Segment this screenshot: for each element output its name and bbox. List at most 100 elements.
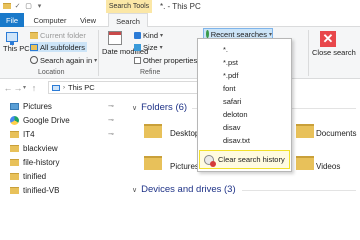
chevron-down-icon: ▾ [268,31,272,38]
folder-icon [10,158,19,166]
current-folder-label: Current folder [40,30,86,40]
context-tab-title: Search Tools [106,0,152,13]
size-button[interactable]: Size ▾ [134,42,163,52]
this-pc-label: This PC [3,44,30,53]
folder-icon [10,172,19,180]
folder-icon [10,130,19,138]
sidebar-item-label: Pictures [23,101,52,111]
chevron-down-icon[interactable]: ▾ [35,1,44,10]
sidebar-item-blackview[interactable]: blackview [10,142,58,154]
kind-button[interactable]: Kind ▾ [134,30,163,40]
folder-icon [144,124,162,138]
folder-label: Documents [316,129,357,138]
recent-search-item[interactable]: safari [223,97,241,106]
folder-icon [296,124,314,138]
clear-history-icon [204,154,216,167]
folders-section-title: Folders (6) [141,102,188,113]
tab-view[interactable]: View [74,13,102,27]
properties-icon[interactable]: ✓ [13,1,22,10]
computer-icon [6,32,18,45]
kind-label: Kind [143,30,159,40]
ribbon: This PC Current folder All subfolders Se… [0,27,360,79]
sidebar-item-label: blackview [23,143,58,153]
section-divider [242,190,356,191]
pictures-icon [10,102,19,110]
subfolders-icon [30,43,38,51]
folder-label: Desktop [170,129,200,138]
folder-label: Videos [316,162,341,171]
sidebar-item-label: Google Drive [23,115,70,125]
sidebar-item-pictures[interactable]: Pictures [10,100,52,112]
all-subfolders-label: All subfolders [40,42,86,52]
quick-access-toolbar: ✓ ▢ ▾ [2,1,44,10]
google-drive-icon [10,115,19,125]
recent-search-item[interactable]: disav [223,123,241,132]
devices-section-header[interactable]: ∨ Devices and drives (3) [132,184,236,195]
refine-group-label: Refine [140,69,161,76]
recent-search-item[interactable]: *.pdf [223,71,238,80]
recent-search-item[interactable]: deloton [223,110,248,119]
up-arrow-icon[interactable]: ↑ [29,82,39,94]
recent-search-item[interactable]: *. [223,45,228,54]
window-title: *. - This PC [160,2,201,11]
kind-icon [134,31,141,39]
properties-icon [134,56,141,64]
current-folder-button[interactable]: Current folder [30,30,86,40]
navigation-bar: ← → ▾ ↑ › This PC [0,79,360,96]
devices-section-title: Devices and drives (3) [141,184,236,195]
group-divider [98,30,99,76]
navigation-pane: Pictures ⊸ Google Drive ⊸ IT4 ⊸ blackvie… [0,96,120,200]
clear-search-history-label: Clear search history [218,155,285,164]
address-text: This PC [68,83,95,92]
clear-search-history-item[interactable]: Clear search history [199,150,290,169]
search-again-button[interactable]: Search again in ▾ [30,55,97,65]
group-divider [308,30,309,76]
sidebar-item-label: tinified [23,171,47,181]
folder-icon [30,31,38,39]
calendar-icon [108,31,122,45]
sidebar-item-it4[interactable]: IT4 [10,128,35,140]
date-modified-label: Date modified [102,47,149,56]
search-icon [30,56,38,64]
chevron-right-icon: › [63,84,65,91]
ribbon-tabs: File Computer View Search [0,13,360,28]
sidebar-item-google-drive[interactable]: Google Drive [10,114,70,126]
folder-icon [296,156,314,170]
tab-file[interactable]: File [0,13,24,27]
other-properties-button[interactable]: Other properties ▾ [134,55,202,65]
sidebar-item-file-history[interactable]: file-history [10,156,59,168]
folder-icon [144,156,162,170]
recent-searches-menu: *. *.pst *.pdf font safari deloton disav… [197,38,292,172]
sidebar-item-tinified-vb[interactable]: tinified-VB [10,184,59,196]
pin-icon: ⊸ [108,117,114,124]
folders-section-header[interactable]: ∨ Folders (6) [132,102,187,113]
recent-search-item[interactable]: *.pst [223,58,238,67]
all-subfolders-button[interactable]: All subfolders [30,42,88,52]
recent-search-item[interactable]: font [223,84,236,93]
recent-search-item[interactable]: disav.txt [223,136,250,145]
sidebar-item-label: IT4 [23,129,35,139]
back-arrow-icon[interactable]: ← [3,82,13,94]
size-icon [134,43,141,51]
title-bar: ✓ ▢ ▾ Search Tools *. - This PC [0,0,360,13]
folder-icon [10,186,19,194]
chevron-down-icon: ∨ [132,104,138,112]
tab-computer[interactable]: Computer [30,13,70,27]
sidebar-item-label: file-history [23,157,60,167]
size-label: Size [143,42,158,52]
search-again-label: Search again in [40,55,93,65]
chevron-down-icon: ▾ [159,44,163,51]
close-icon: ✕ [320,31,336,47]
computer-icon [52,84,60,91]
sidebar-item-tinified[interactable]: tinified [10,170,46,182]
chevron-down-icon: ▾ [94,57,98,64]
folder-icon[interactable] [2,1,11,10]
folder-label: Pictures [170,162,199,171]
other-properties-label: Other properties [143,55,198,65]
sidebar-item-label: tinified-VB [23,185,60,195]
tab-search[interactable]: Search [108,13,148,28]
close-search-label: Close search [312,48,356,57]
new-folder-icon[interactable]: ▢ [24,1,33,10]
forward-arrow-icon[interactable]: → [13,82,23,94]
address-bar[interactable]: › This PC [48,81,208,94]
